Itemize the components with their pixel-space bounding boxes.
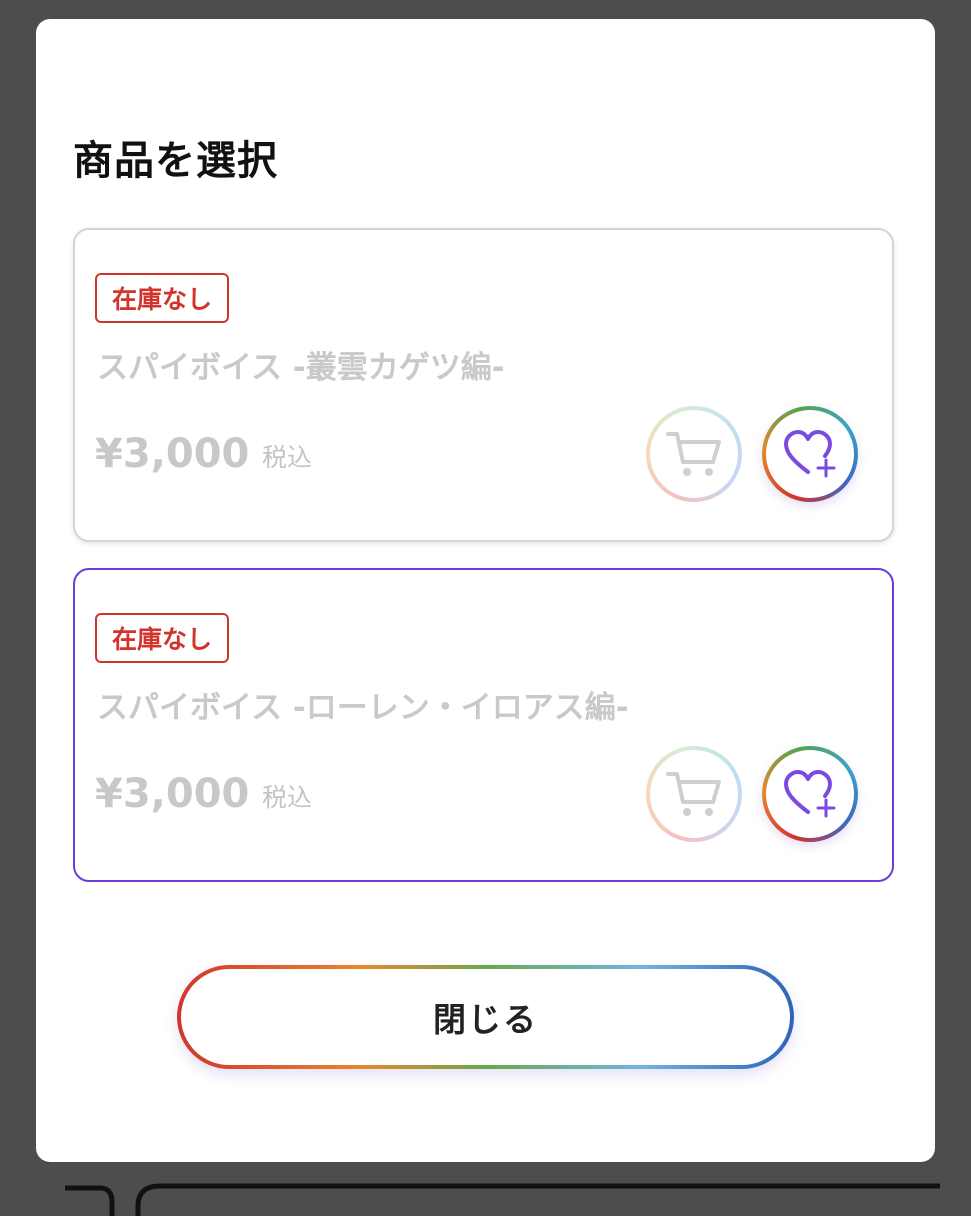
background-outline-shape: [65, 1183, 940, 1216]
product-name: スパイボイス -叢雲カゲツ編-: [97, 350, 505, 386]
close-button-ring: 閉じる: [177, 965, 794, 1069]
heart-plus-icon: [784, 770, 836, 818]
add-to-favorites-button[interactable]: [762, 406, 858, 502]
product-name: スパイボイス -ローレン・イロアス編-: [97, 690, 629, 726]
heart-plus-icon: [784, 430, 836, 478]
cart-button-ring: [646, 746, 742, 842]
product-price: ¥3,000: [95, 431, 250, 477]
tax-included-label: 税込: [262, 783, 313, 812]
favorite-button-ring: [762, 406, 858, 502]
cart-button-ring: [646, 406, 742, 502]
add-to-cart-button[interactable]: [646, 406, 742, 502]
modal-title: 商品を選択: [73, 138, 278, 184]
favorite-button-ring: [762, 746, 858, 842]
product-price: ¥3,000: [95, 771, 250, 817]
product-select-modal: 商品を選択 在庫なし スパイボイス -叢雲カゲツ編- ¥3,000 税込 在庫な…: [36, 19, 935, 1162]
close-button-face: 閉じる: [181, 969, 790, 1065]
product-card[interactable]: 在庫なし スパイボイス -叢雲カゲツ編- ¥3,000 税込: [73, 228, 894, 542]
favorite-button-face: [766, 410, 854, 498]
close-button[interactable]: 閉じる: [177, 965, 794, 1069]
favorite-button-face: [766, 750, 854, 838]
cart-icon: [666, 772, 721, 816]
cart-button-face: [650, 750, 738, 838]
product-card-selected[interactable]: 在庫なし スパイボイス -ローレン・イロアス編- ¥3,000 税込: [73, 568, 894, 882]
cart-button-face: [650, 410, 738, 498]
tax-included-label: 税込: [262, 443, 313, 472]
close-button-label: 閉じる: [433, 1001, 538, 1038]
add-to-cart-button[interactable]: [646, 746, 742, 842]
add-to-favorites-button[interactable]: [762, 746, 858, 842]
out-of-stock-badge: 在庫なし: [95, 613, 230, 663]
out-of-stock-badge: 在庫なし: [95, 273, 230, 323]
cart-icon: [666, 432, 721, 476]
